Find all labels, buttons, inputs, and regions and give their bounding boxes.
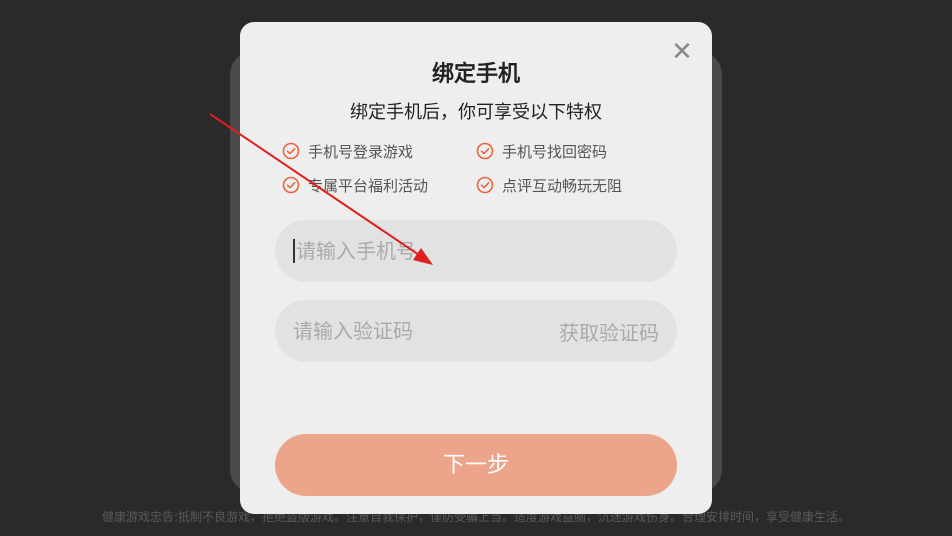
check-circle-icon bbox=[476, 142, 494, 160]
check-circle-icon bbox=[282, 176, 300, 194]
perk-item: 专属平台福利活动 bbox=[282, 174, 476, 196]
perk-item: 点评互动畅玩无阻 bbox=[476, 174, 670, 196]
phone-field[interactable] bbox=[275, 220, 677, 282]
phone-input[interactable] bbox=[296, 239, 659, 263]
bind-phone-dialog: ✕ 绑定手机 绑定手机后，你可享受以下特权 手机号登录游戏 手机号找回密码 专属… bbox=[240, 22, 712, 514]
verification-code-input[interactable] bbox=[293, 319, 559, 343]
next-step-button[interactable]: 下一步 bbox=[275, 434, 677, 496]
check-circle-icon bbox=[282, 142, 300, 160]
perk-label: 点评互动畅玩无阻 bbox=[502, 176, 623, 195]
check-circle-icon bbox=[476, 176, 494, 194]
perk-label: 手机号登录游戏 bbox=[308, 142, 414, 161]
perk-item: 手机号登录游戏 bbox=[282, 140, 476, 162]
get-code-button[interactable]: 获取验证码 bbox=[559, 317, 659, 346]
text-caret bbox=[293, 239, 295, 263]
dialog-subtitle: 绑定手机后，你可享受以下特权 bbox=[350, 102, 602, 123]
dialog-title: 绑定手机 bbox=[431, 62, 520, 87]
perk-label: 手机号找回密码 bbox=[502, 142, 608, 161]
perk-list: 手机号登录游戏 手机号找回密码 专属平台福利活动 点评互动畅玩无阻 bbox=[282, 140, 682, 196]
perk-item: 手机号找回密码 bbox=[476, 140, 670, 162]
perk-label: 专属平台福利活动 bbox=[308, 176, 429, 195]
code-field[interactable]: 获取验证码 bbox=[275, 300, 677, 362]
